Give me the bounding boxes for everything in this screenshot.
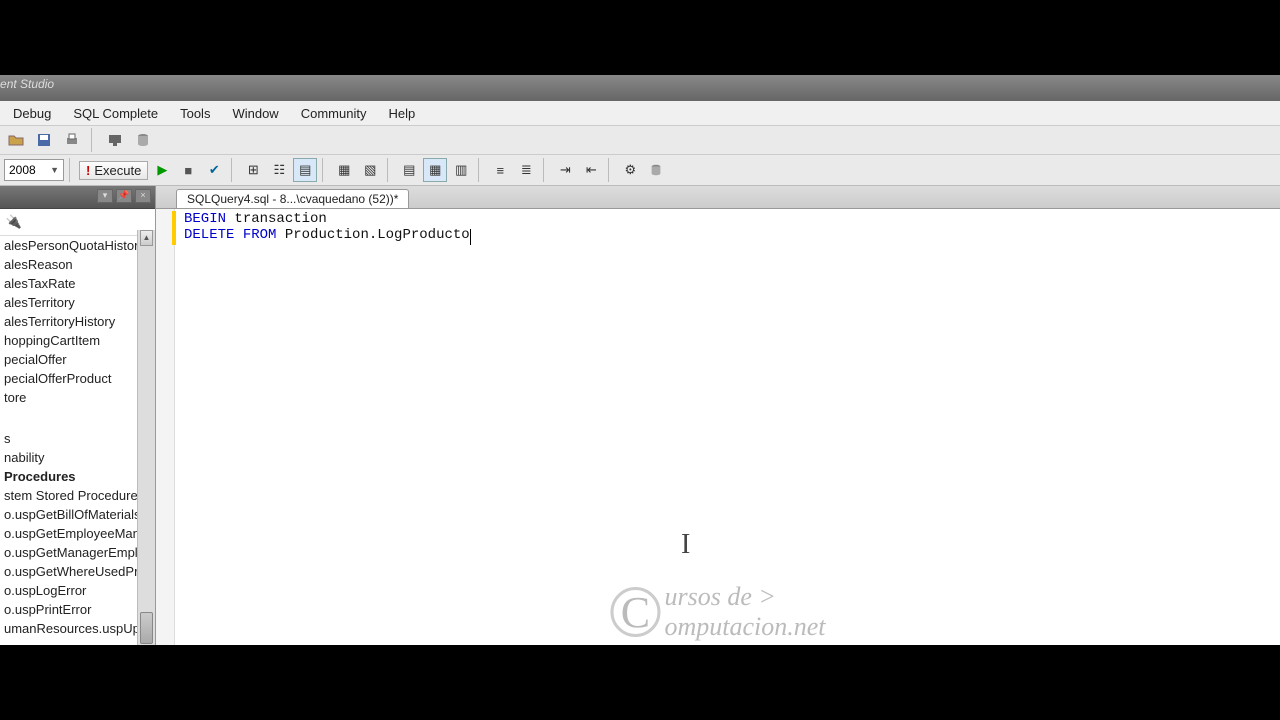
- separator: [543, 158, 548, 182]
- close-icon[interactable]: ×: [135, 189, 151, 203]
- results-file-icon[interactable]: ▥: [449, 158, 473, 182]
- connect-icon[interactable]: 🔌: [4, 213, 24, 231]
- specify-values-icon[interactable]: ⚙: [618, 158, 642, 182]
- object-tree[interactable]: alesPersonQuotaHistor alesReason alesTax…: [0, 236, 155, 638]
- intellisense-icon[interactable]: ▤: [293, 158, 317, 182]
- tree-item[interactable]: nability: [0, 448, 155, 467]
- watermark-line1: ursos de >: [664, 582, 775, 611]
- query-options-icon[interactable]: ☷: [267, 158, 291, 182]
- menu-tools[interactable]: Tools: [171, 103, 219, 124]
- sql-editor-toolbar: 2008 ▼ ! Execute ▶ ■ ✔ ⊞ ☷ ▤ ▦ ▧ ▤ ▦ ▥ ≡…: [0, 155, 1280, 186]
- menu-community[interactable]: Community: [292, 103, 376, 124]
- standard-toolbar: [0, 126, 1280, 155]
- client-stats-icon[interactable]: ▧: [358, 158, 382, 182]
- tree-scrollbar[interactable]: ▲: [137, 230, 155, 645]
- uncomment-icon[interactable]: ≣: [514, 158, 538, 182]
- sql-editor[interactable]: BEGIN transaction DELETE FROM Production…: [156, 209, 1280, 645]
- tree-item[interactable]: hoppingCartItem: [0, 331, 155, 350]
- pin-icon[interactable]: 📌: [116, 189, 132, 203]
- comment-icon[interactable]: ≡: [488, 158, 512, 182]
- include-plan-icon[interactable]: ▦: [332, 158, 356, 182]
- estimated-plan-icon[interactable]: ⊞: [241, 158, 265, 182]
- tree-item[interactable]: alesTaxRate: [0, 274, 155, 293]
- menu-help[interactable]: Help: [379, 103, 424, 124]
- object-explorer: ▾ 📌 × 🔌 alesPersonQuotaHistor alesReason…: [0, 186, 156, 645]
- menu-sqlcomplete[interactable]: SQL Complete: [64, 103, 167, 124]
- tree-item[interactable]: tore: [0, 388, 155, 407]
- menu-bar: Debug SQL Complete Tools Window Communit…: [0, 101, 1280, 126]
- watermark-line2: omputacion.net: [664, 612, 825, 641]
- tree-item[interactable]: pecialOfferProduct: [0, 369, 155, 388]
- separator: [478, 158, 483, 182]
- tree-item[interactable]: umanResources.uspUpd: [0, 619, 155, 638]
- tree-item[interactable]: o.uspGetWhereUsedPro: [0, 562, 155, 581]
- tree-item[interactable]: alesPersonQuotaHistor: [0, 236, 155, 255]
- database-icon[interactable]: [131, 128, 155, 152]
- object-explorer-toolbar: 🔌: [0, 209, 155, 236]
- menu-window[interactable]: Window: [223, 103, 287, 124]
- tree-item[interactable]: o.uspPrintError: [0, 600, 155, 619]
- document-tab-bar: SQLQuery4.sql - 8...\cvaquedano (52))*: [156, 186, 1280, 209]
- text-cursor: [470, 229, 471, 245]
- print-icon[interactable]: [60, 128, 84, 152]
- tree-item[interactable]: alesTerritoryHistory: [0, 312, 155, 331]
- document-tab[interactable]: SQLQuery4.sql - 8...\cvaquedano (52))*: [176, 189, 409, 208]
- window-title: agement Studio: [0, 77, 54, 91]
- i-beam-cursor-icon: I: [681, 529, 690, 561]
- editor-pane: SQLQuery4.sql - 8...\cvaquedano (52))* B…: [156, 186, 1280, 645]
- separator: [231, 158, 236, 182]
- code-content[interactable]: BEGIN transaction DELETE FROM Production…: [184, 211, 1272, 243]
- watermark-logo: C ursos de > omputacion.net: [610, 582, 825, 642]
- tree-item[interactable]: alesReason: [0, 255, 155, 274]
- title-bar[interactable]: agement Studio: [0, 75, 1280, 101]
- change-marker: [172, 211, 176, 245]
- debug-play-icon[interactable]: ▶: [150, 158, 174, 182]
- save-icon[interactable]: [32, 128, 56, 152]
- tree-item[interactable]: o.uspLogError: [0, 581, 155, 600]
- results-text-icon[interactable]: ▤: [397, 158, 421, 182]
- tree-item[interactable]: Procedures: [0, 467, 155, 486]
- ssms-window: agement Studio Debug SQL Complete Tools …: [0, 75, 1280, 645]
- editor-gutter: [156, 209, 175, 645]
- open-icon[interactable]: [4, 128, 28, 152]
- indent-icon[interactable]: ⇥: [553, 158, 577, 182]
- outdent-icon[interactable]: ⇤: [579, 158, 603, 182]
- object-explorer-header[interactable]: ▾ 📌 ×: [0, 186, 155, 209]
- tree-item[interactable]: pecialOffer: [0, 350, 155, 369]
- execute-button[interactable]: ! Execute: [79, 161, 148, 180]
- execute-label: Execute: [94, 163, 141, 178]
- menu-debug[interactable]: Debug: [4, 103, 60, 124]
- stop-icon[interactable]: ■: [176, 158, 200, 182]
- tree-item[interactable]: o.uspGetEmployeeMan: [0, 524, 155, 543]
- tree-item[interactable]: o.uspGetBillOfMaterials: [0, 505, 155, 524]
- scroll-up-icon[interactable]: ▲: [140, 230, 153, 246]
- separator: [608, 158, 613, 182]
- tree-item[interactable]: stem Stored Procedures: [0, 486, 155, 505]
- scroll-thumb[interactable]: [140, 612, 153, 644]
- tree-item[interactable]: o.uspGetManagerEmplo: [0, 543, 155, 562]
- exclamation-icon: !: [86, 163, 90, 178]
- database-selector[interactable]: 2008 ▼: [4, 159, 64, 181]
- database-small-icon[interactable]: [644, 158, 668, 182]
- separator: [91, 128, 96, 152]
- separator: [387, 158, 392, 182]
- separator: [322, 158, 327, 182]
- activity-monitor-icon[interactable]: [103, 128, 127, 152]
- dropdown-icon[interactable]: ▾: [97, 189, 113, 203]
- database-selector-value: 2008: [9, 163, 36, 177]
- tree-item[interactable]: s: [0, 429, 155, 448]
- tab-label: SQLQuery4.sql - 8...\cvaquedano (52))*: [187, 192, 398, 206]
- chevron-down-icon: ▼: [50, 165, 59, 175]
- tree-item[interactable]: alesTerritory: [0, 293, 155, 312]
- results-grid-icon[interactable]: ▦: [423, 158, 447, 182]
- separator: [69, 158, 74, 182]
- parse-check-icon[interactable]: ✔: [202, 158, 226, 182]
- main-area: ▾ 📌 × 🔌 alesPersonQuotaHistor alesReason…: [0, 186, 1280, 645]
